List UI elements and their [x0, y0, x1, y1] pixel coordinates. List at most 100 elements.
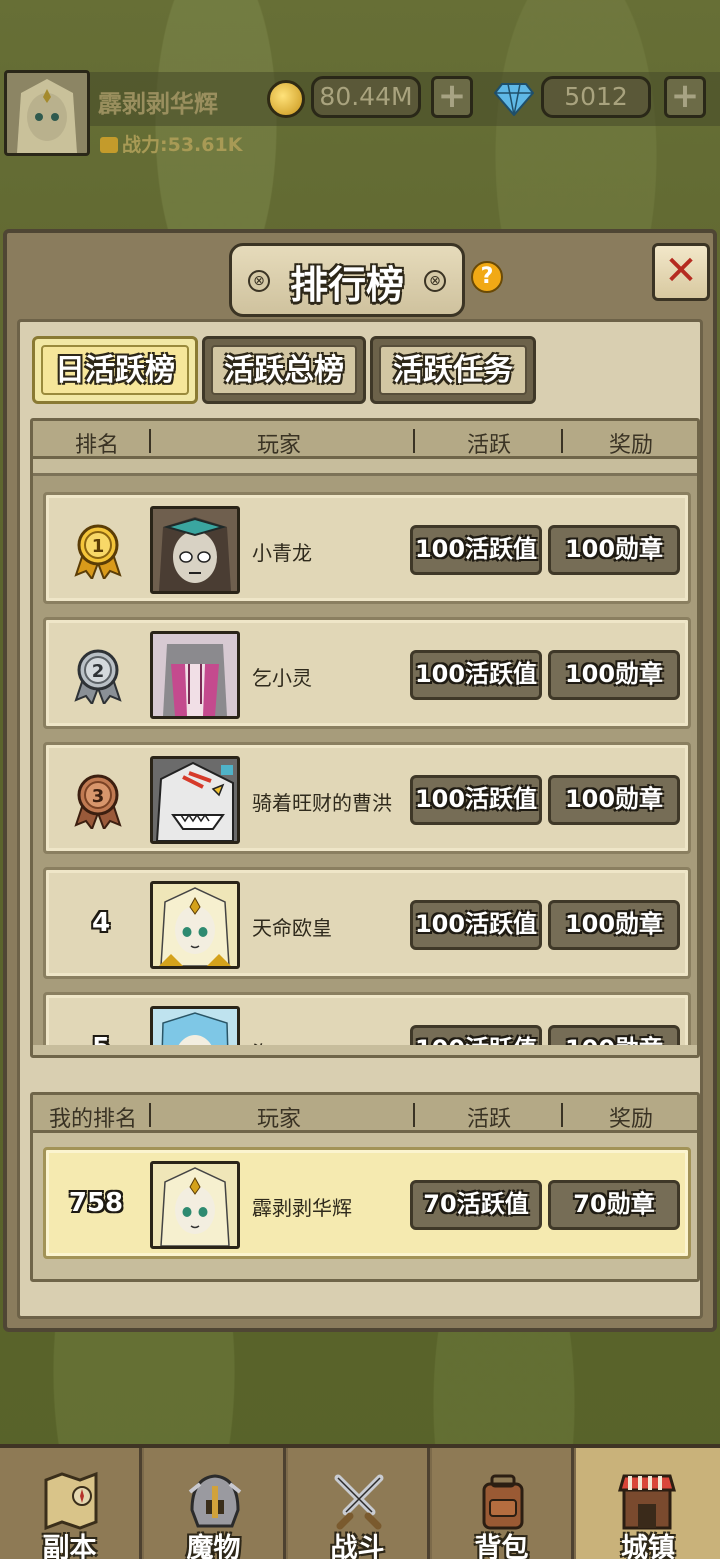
nav-backpack[interactable]: 背包 — [432, 1448, 574, 1559]
column-divider — [413, 429, 415, 453]
nav-dungeon[interactable]: 副本 — [0, 1448, 142, 1559]
my-portrait[interactable] — [150, 1161, 240, 1249]
player-name-cell: 小青龙 — [252, 541, 312, 565]
my-activity-value: 70活跃值 — [410, 1180, 542, 1230]
my-rank-number: 758 — [68, 1188, 124, 1218]
bolt-icon: ⊗ — [424, 270, 446, 292]
table-header: 排名 玩家 活跃 奖励 — [33, 421, 697, 459]
caohong-portrait-icon — [153, 759, 237, 841]
ranking-list[interactable]: 1 小青龙 100活跃值 100勋章 2 乞小灵 100活跃值 100勋章 3 … — [33, 473, 697, 1045]
title-plate: ⊗ 排行榜 ⊗ — [229, 243, 465, 317]
nav-town[interactable]: 城镇 — [576, 1448, 720, 1559]
my-portrait-icon — [153, 1164, 237, 1246]
col-reward: 奖励 — [609, 1107, 654, 1132]
leaderboard-table: 排名 玩家 活跃 奖励 1 小青龙 100活跃值 100勋章 2 乞小灵 100… — [30, 418, 700, 1058]
gold-medal-icon: 1 — [74, 524, 122, 579]
activity-value: 100活跃值 — [410, 650, 542, 700]
column-divider — [149, 1103, 151, 1127]
add-gold-button[interactable]: + — [431, 76, 473, 118]
combat-power-text: 战力:53.61K — [122, 134, 243, 156]
player-avatar[interactable] — [4, 70, 90, 156]
bottom-navigation: 副本 魔物 战斗 背包 城镇 — [0, 1444, 720, 1559]
activity-value: 100活跃值 — [410, 1025, 542, 1045]
crossed-swords-icon — [334, 1474, 384, 1530]
reward-value: 100勋章 — [548, 1025, 680, 1045]
nav-label: 背包 — [474, 1533, 529, 1559]
col-my-rank: 我的排名 — [49, 1107, 138, 1132]
activity-value: 100活跃值 — [410, 775, 542, 825]
gem-amount: 5012 — [541, 76, 651, 118]
activity-value: 100活跃值 — [410, 900, 542, 950]
player-portrait[interactable] — [150, 881, 240, 969]
reward-value: 100勋章 — [548, 775, 680, 825]
player-name-cell: 乞小灵 — [252, 666, 312, 690]
rank-number: 5 — [74, 1033, 128, 1045]
avatar-portrait-icon — [7, 73, 87, 153]
col-reward: 奖励 — [609, 433, 654, 458]
player-portrait[interactable] — [150, 631, 240, 719]
bronze-medal-icon: 3 — [74, 774, 122, 829]
tab-label: 活跃总榜 — [211, 345, 357, 395]
qixiaoling-portrait-icon — [153, 634, 237, 716]
rank-number: 4 — [91, 908, 111, 938]
nav-label: 城镇 — [621, 1533, 675, 1559]
player-portrait[interactable] — [150, 506, 240, 594]
reward-value: 100勋章 — [548, 650, 680, 700]
my-ranking-panel: 我的排名 玩家 活跃 奖励 758 霹剥剥华辉 70活跃值 70勋章 — [30, 1092, 700, 1282]
column-divider — [413, 1103, 415, 1127]
nav-battle[interactable]: 战斗 — [288, 1448, 430, 1559]
table-row[interactable]: 2 乞小灵 100活跃值 100勋章 — [43, 617, 691, 729]
silver-medal-icon: 2 — [74, 649, 122, 704]
player-name: 霹剥剥华辉 — [98, 90, 218, 118]
nav-label: 魔物 — [186, 1533, 241, 1559]
my-name: 霹剥剥华辉 — [252, 1196, 352, 1220]
medal-rank-text: 3 — [92, 786, 105, 807]
tab-activity-tasks[interactable]: 活跃任务 — [370, 336, 536, 404]
nav-label: 副本 — [42, 1533, 97, 1559]
medal-rank-text: 2 — [92, 661, 105, 682]
col-player: 玩家 — [257, 433, 302, 458]
player-name-cell: 骑着旺财的曹洪 — [252, 791, 392, 815]
col-activity: 活跃 — [467, 433, 512, 458]
my-ranking-header: 我的排名 玩家 活跃 奖励 — [33, 1095, 697, 1133]
player-name-cell: 天命欧皇 — [252, 916, 332, 940]
col-activity: 活跃 — [467, 1107, 512, 1132]
close-button[interactable]: ✕ — [652, 243, 710, 301]
backpack-icon — [482, 1474, 524, 1530]
table-row[interactable]: 5 海 100活跃值 100勋章 — [43, 992, 691, 1045]
tab-daily-activity[interactable]: 日活跃榜 — [32, 336, 198, 404]
column-divider — [149, 429, 151, 453]
player-portrait[interactable] — [150, 756, 240, 844]
reward-value: 100勋章 — [548, 900, 680, 950]
activity-value: 100活跃值 — [410, 525, 542, 575]
town-building-icon — [618, 1474, 676, 1530]
col-rank: 排名 — [75, 433, 120, 458]
tab-total-activity[interactable]: 活跃总榜 — [202, 336, 366, 404]
table-row[interactable]: 3 骑着旺财的曹洪 100活跃值 100勋章 — [43, 742, 691, 854]
column-divider — [561, 1103, 563, 1127]
help-button[interactable]: ? — [471, 261, 503, 293]
top-status-bar: 霹剥剥华辉 战力:53.61K 80.44M + 5012 + — [0, 68, 720, 160]
nav-monster[interactable]: 魔物 — [144, 1448, 286, 1559]
table-row[interactable]: 1 小青龙 100活跃值 100勋章 — [43, 492, 691, 604]
tab-label: 活跃任务 — [379, 345, 527, 395]
qinglong-portrait-icon — [153, 509, 237, 591]
player-portrait[interactable] — [150, 1006, 240, 1045]
col-player: 玩家 — [257, 1107, 302, 1132]
column-divider — [561, 429, 563, 453]
player-name-cell: 海 — [252, 1037, 272, 1045]
combat-power: 战力:53.61K — [100, 130, 242, 157]
dialog-body: 日活跃榜 活跃总榜 活跃任务 排名 玩家 活跃 奖励 1 小青龙 100活跃值 … — [17, 319, 703, 1319]
gold-coin-icon — [267, 80, 305, 118]
reward-value: 100勋章 — [548, 525, 680, 575]
table-row[interactable]: 4 天命欧皇 100活跃值 100勋章 — [43, 867, 691, 979]
tab-label: 日活跃榜 — [41, 345, 189, 395]
map-icon — [44, 1471, 98, 1531]
nav-label: 战斗 — [330, 1533, 385, 1559]
add-gems-button[interactable]: + — [664, 76, 706, 118]
my-ranking-row[interactable]: 758 霹剥剥华辉 70活跃值 70勋章 — [43, 1147, 691, 1259]
monster-helmet-icon — [188, 1474, 242, 1528]
gold-amount: 80.44M — [311, 76, 421, 118]
my-reward-value: 70勋章 — [548, 1180, 680, 1230]
diamond-icon — [494, 83, 534, 116]
